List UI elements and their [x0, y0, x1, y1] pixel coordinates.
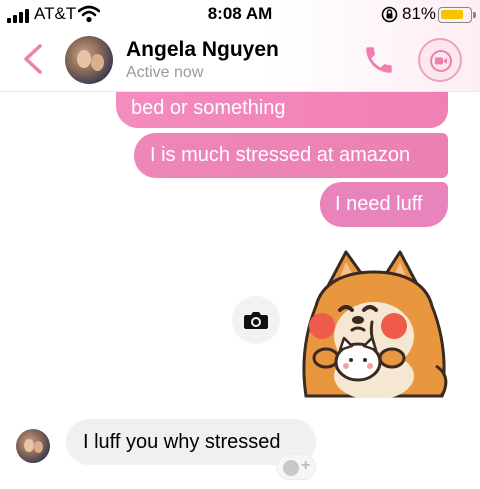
contact-status: Active now: [126, 64, 204, 81]
contact-name[interactable]: Angela Nguyen: [126, 38, 279, 62]
outgoing-message[interactable]: I need luff: [320, 182, 448, 227]
phone-icon[interactable]: [362, 43, 396, 77]
contact-avatar[interactable]: [65, 36, 113, 84]
status-bar: AT&T 8:08 AM 81%: [0, 0, 480, 30]
outgoing-message[interactable]: I is much stressed at amazon: [134, 133, 448, 178]
video-call-button[interactable]: [418, 38, 462, 82]
smiley-icon: [283, 460, 299, 476]
shiba-dog-hugging-cat-sticker[interactable]: [296, 246, 452, 398]
camera-button[interactable]: [232, 296, 280, 344]
camera-icon: [244, 312, 268, 329]
video-camera-icon: [430, 50, 452, 72]
add-reaction-button[interactable]: +: [276, 454, 316, 480]
back-chevron-icon[interactable]: [20, 42, 46, 76]
battery-icon: [438, 7, 476, 23]
orientation-lock-icon: [381, 6, 398, 23]
battery-percent: 81%: [402, 4, 437, 23]
plus-icon: +: [301, 457, 311, 474]
sender-avatar[interactable]: [16, 429, 50, 463]
